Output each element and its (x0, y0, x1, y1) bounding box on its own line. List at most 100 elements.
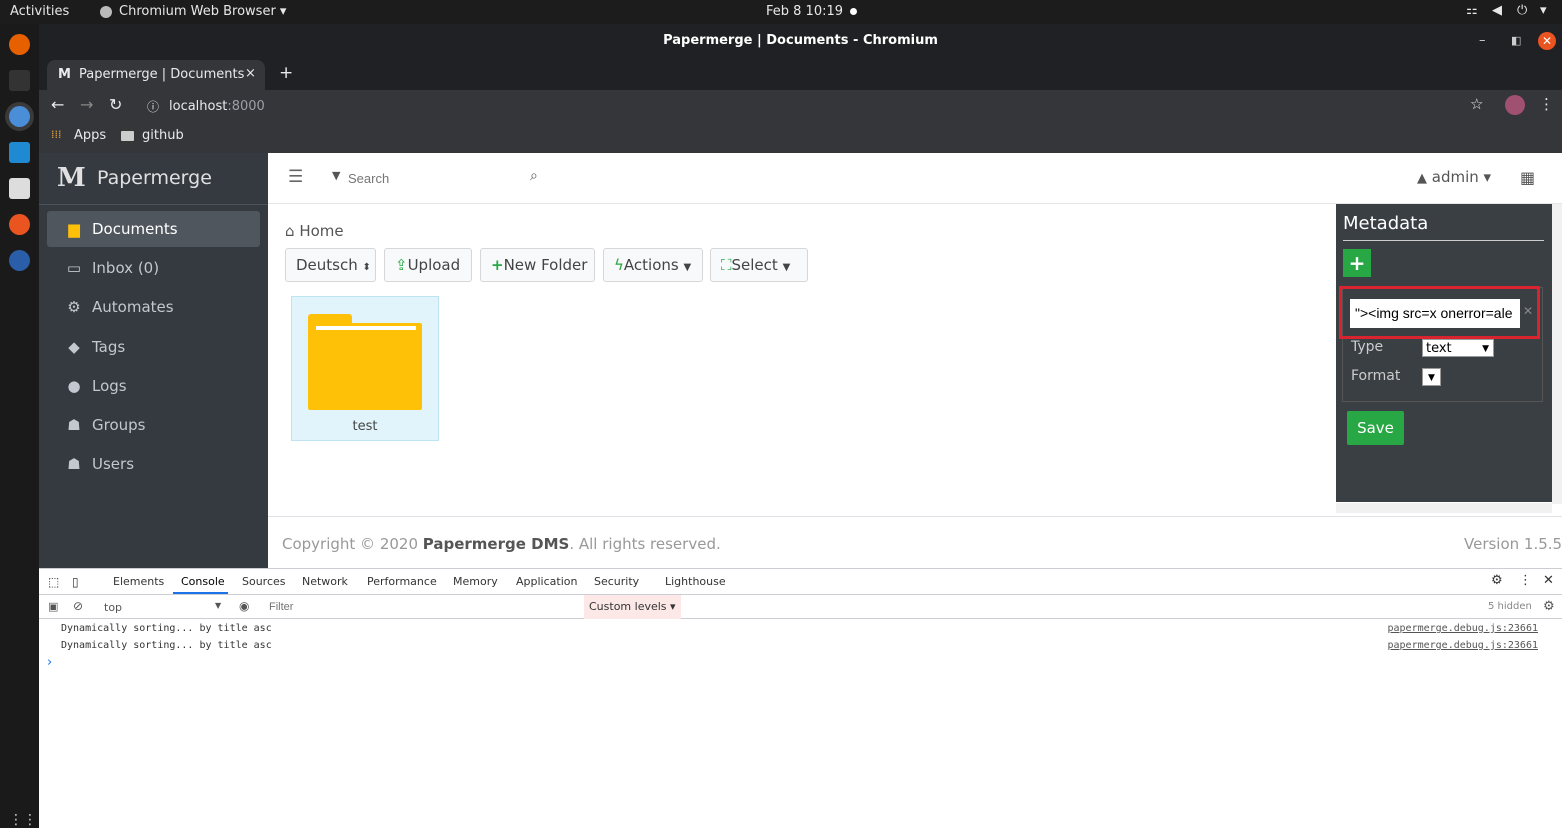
user-menu[interactable]: ▲ admin ▾ (1417, 168, 1491, 186)
close-devtools-icon[interactable]: ✕ (1543, 573, 1554, 588)
search-scope-dropdown-icon[interactable]: ▼ (332, 169, 340, 182)
eye-icon[interactable]: ◉ (239, 599, 249, 613)
language-select[interactable]: Deutsch ⬍ (285, 248, 376, 282)
scrollbar-vertical[interactable] (1552, 204, 1562, 504)
sidebar-item-groups[interactable]: ☗ Groups (47, 407, 260, 443)
network-icon[interactable]: ⚏ (1466, 3, 1478, 18)
company-name[interactable]: Papermerge DMS (423, 535, 570, 553)
bookmark-github[interactable]: github (142, 128, 184, 143)
sidebar-item-users[interactable]: ☗ Users (47, 446, 260, 482)
sidebar-item-inbox[interactable]: ▭ Inbox (0) (47, 250, 260, 286)
breadcrumb-home[interactable]: Home (299, 222, 343, 240)
console-toolbar: ▣ ⊘ top ▼ ◉ Custom levels ▾ 5 hidden ⚙ (39, 595, 1562, 619)
scrollbar-horizontal[interactable] (1336, 503, 1552, 513)
sidebar-toggle-icon[interactable]: ▣ (48, 600, 58, 613)
select-dropdown[interactable]: ⛶Select ▼ (710, 248, 808, 282)
bookmarks-bar: ⁞⁞⁞ Apps github (39, 122, 1562, 153)
new-folder-button[interactable]: +New Folder (480, 248, 595, 282)
log-levels-dropdown[interactable]: Custom levels ▾ (584, 595, 681, 619)
device-toggle-icon[interactable]: ▯ (72, 575, 79, 589)
app-menu[interactable]: Chromium Web Browser ▾ (119, 4, 286, 19)
clear-console-icon[interactable]: ⊘ (73, 599, 83, 613)
tab-console[interactable]: Console (181, 575, 225, 588)
tab-network[interactable]: Network (302, 575, 348, 588)
app-sidebar: M Papermerge ▆ Documents ▭ Inbox (0) ⚙ A… (39, 153, 268, 568)
type-value: text (1426, 341, 1452, 356)
folder-icon: ▆ (68, 220, 80, 238)
sidebar-item-tags[interactable]: ◆ Tags (47, 329, 260, 365)
activities-button[interactable]: Activities (10, 4, 69, 19)
tab-memory[interactable]: Memory (453, 575, 498, 588)
sidebar-item-documents[interactable]: ▆ Documents (47, 211, 260, 247)
search-input[interactable] (348, 167, 528, 189)
folder-icon (121, 131, 134, 141)
tab-application[interactable]: Application (516, 575, 577, 588)
clock[interactable]: Feb 8 10:19 (766, 4, 843, 19)
save-button[interactable]: Save (1347, 411, 1404, 445)
console-prompt[interactable]: › (47, 655, 52, 670)
chevron-down-icon: ▼ (1482, 344, 1489, 354)
sidebar-item-logs[interactable]: ● Logs (47, 368, 260, 404)
back-icon[interactable]: ← (51, 95, 64, 114)
metadata-title: Metadata (1343, 213, 1429, 234)
close-window-icon[interactable]: ✕ (1538, 32, 1556, 50)
tab-security[interactable]: Security (594, 575, 639, 588)
terminal-icon[interactable] (9, 70, 30, 91)
browser-menu-icon[interactable]: ⋮ (1539, 95, 1554, 113)
console-source-link[interactable]: papermerge.debug.js:23661 (1387, 623, 1538, 634)
new-tab-button[interactable]: + (279, 63, 293, 83)
restore-icon[interactable]: ◧ (1511, 24, 1521, 58)
folder-tile[interactable]: test (291, 296, 439, 441)
type-select[interactable]: text ▼ (1422, 339, 1494, 357)
tab-sources[interactable]: Sources (242, 575, 286, 588)
tab-lighthouse[interactable]: Lighthouse (665, 575, 726, 588)
address-bar[interactable]: ⓘ localhost:8000 (139, 93, 1469, 119)
settings-gear-icon[interactable]: ⚙ (1491, 573, 1503, 588)
chevron-down-icon: ▼ (1428, 373, 1435, 383)
show-apps-icon[interactable]: ⋮⋮ (9, 812, 37, 833)
software-icon[interactable] (9, 214, 30, 235)
actions-dropdown[interactable]: ϟActions ▼ (603, 248, 703, 282)
minimize-icon[interactable]: – (1479, 24, 1486, 58)
tab-elements[interactable]: Elements (113, 575, 164, 588)
browser-tab[interactable]: M Papermerge | Documents × (47, 60, 265, 90)
bookmark-star-icon[interactable]: ☆ (1470, 95, 1483, 113)
top-navbar: ☰ ▼ ⌕ ▲ admin ▾ ▦ (268, 153, 1562, 204)
grid-view-icon[interactable]: ▦ (1520, 168, 1535, 187)
inspect-icon[interactable]: ⬚ (48, 575, 59, 589)
format-select[interactable]: ▼ (1422, 368, 1441, 386)
add-metadata-button[interactable]: + (1343, 249, 1371, 277)
sidebar-item-automates[interactable]: ⚙ Automates (47, 289, 260, 325)
metadata-key-input[interactable]: "><img src=x onerror=ale (1350, 299, 1520, 328)
power-icon[interactable]: ⏻ (1517, 3, 1527, 18)
app-icon[interactable] (9, 250, 30, 271)
tab-close-icon[interactable]: × (245, 66, 256, 81)
more-menu-icon[interactable]: ⋮ (1519, 573, 1532, 588)
remove-icon[interactable]: ✕ (1523, 304, 1533, 318)
volume-icon[interactable]: ◀ (1492, 3, 1502, 18)
files-icon[interactable] (9, 178, 30, 199)
info-icon: ⓘ (147, 100, 160, 114)
bookmark-apps[interactable]: Apps (74, 128, 106, 143)
window-title: Papermerge | Documents - Chromium (663, 33, 938, 48)
vscode-icon[interactable] (9, 142, 30, 163)
profile-avatar[interactable] (1505, 95, 1525, 115)
context-select[interactable]: top ▼ (99, 598, 224, 616)
console-filter-input[interactable] (269, 598, 579, 616)
firefox-icon[interactable] (9, 34, 30, 55)
system-menu-chevron-icon[interactable]: ▾ (1540, 3, 1547, 18)
caret-down-icon: ▼ (782, 262, 791, 273)
forward-icon[interactable]: → (80, 95, 93, 114)
tab-performance[interactable]: Performance (367, 575, 437, 588)
chromium-dock-icon[interactable] (9, 106, 30, 127)
upload-button[interactable]: ⇪Upload (384, 248, 472, 282)
reload-icon[interactable]: ↻ (109, 95, 122, 114)
version: Version 1.5.5 (1464, 535, 1562, 553)
console-settings-icon[interactable]: ⚙ (1543, 599, 1555, 614)
url-text: localhost:8000 (169, 99, 265, 114)
hamburger-menu-icon[interactable]: ☰ (288, 167, 303, 187)
actions-label: Actions (623, 256, 679, 274)
brand[interactable]: M Papermerge (39, 153, 268, 205)
search-icon[interactable]: ⌕ (530, 168, 538, 184)
console-source-link[interactable]: papermerge.debug.js:23661 (1387, 640, 1538, 651)
